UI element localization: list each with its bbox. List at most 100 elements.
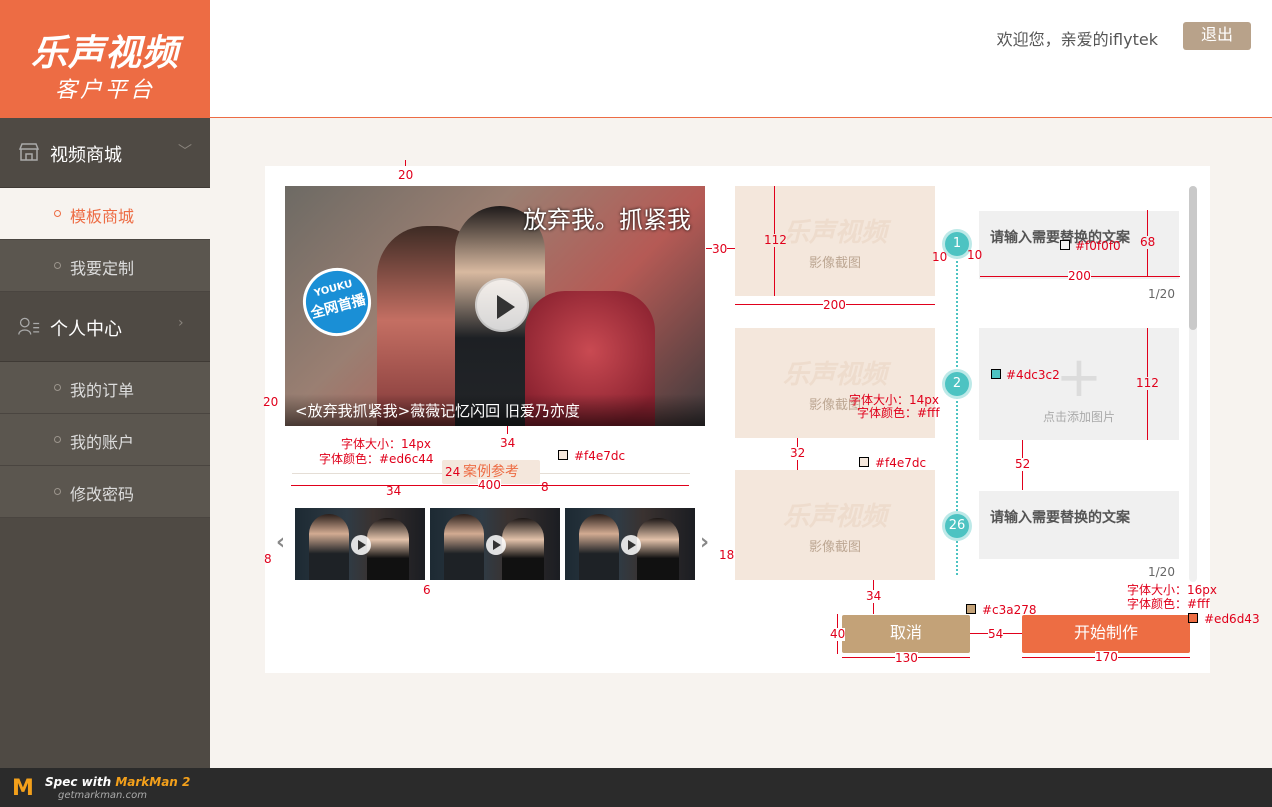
dim-label: 30 — [712, 242, 728, 256]
markman-logo-icon: M — [12, 776, 34, 801]
color-swatch — [1060, 240, 1070, 250]
color-swatch — [966, 604, 976, 614]
sidebar-item-template-store[interactable]: 模板商城 — [0, 188, 210, 240]
slot-screenshot-3: 乐声视频 影像截图 — [735, 470, 935, 580]
watermark-text: 乐声视频 — [782, 502, 887, 532]
font-color-note: 字体颜色：#fff — [1127, 597, 1210, 611]
bullet-icon — [54, 262, 61, 269]
dim-label: 34 — [386, 484, 402, 498]
sidebar-item-label: 我的账户 — [70, 433, 135, 452]
color-swatch — [1188, 613, 1198, 623]
replace-text-input[interactable]: 请输入需要替换的文案 — [979, 491, 1179, 559]
start-production-button[interactable]: 开始制作 — [1022, 615, 1190, 653]
footer-brand: MarkMan 2 — [115, 775, 191, 789]
slot-screenshot-2: 乐声视频 影像截图 — [735, 328, 935, 438]
bullet-icon — [54, 488, 61, 495]
welcome-text: 欢迎您，亲爱的iflytek — [996, 30, 1158, 49]
chevron-right-icon: › — [178, 315, 184, 331]
watermark-text: 乐声视频 — [782, 360, 887, 390]
sidebar-item-change-password[interactable]: 修改密码 — [0, 466, 210, 518]
dim-label: 68 — [1140, 235, 1156, 249]
video-preview[interactable]: 放弃我。抓紧我 YOUKU 全网首播 <放弃我抓紧我>薇薇记忆闪回 旧爱乃亦度 — [285, 186, 705, 426]
color-label: #f4e7dc — [574, 449, 626, 463]
footer-prefix: Spec with — [45, 775, 116, 789]
dim-label: 40 — [830, 627, 846, 641]
sidebar: 乐声视频 客户平台 视频商城 ﹀ 模板商城 我要定制 个人中心 › 我的订单 我… — [0, 0, 210, 768]
chevron-down-icon: ﹀ — [178, 144, 192, 160]
bullet-icon — [54, 436, 61, 443]
dim-label: 8 — [541, 480, 549, 494]
dim-label: 400 — [478, 478, 501, 492]
brand-subtitle: 客户平台 — [54, 78, 155, 103]
dim-label: 200 — [823, 298, 846, 312]
sidebar-item-label: 模板商城 — [70, 207, 135, 226]
color-label: #c3a278 — [982, 603, 1037, 617]
step-badge-26: 26 — [945, 514, 969, 538]
bullet-icon — [54, 384, 61, 391]
sidebar-item-my-orders[interactable]: 我的订单 — [0, 362, 210, 414]
char-counter: 1/20 — [1148, 287, 1175, 301]
cancel-button[interactable]: 取消 — [842, 615, 970, 653]
thumbnail[interactable] — [430, 508, 560, 580]
thumbnail[interactable] — [295, 508, 425, 580]
dim-label: 112 — [764, 233, 787, 247]
dim-label: 34 — [500, 436, 516, 450]
thumbnail-figure — [637, 518, 679, 580]
screenshot-label: 影像截图 — [808, 256, 861, 271]
dim-line — [507, 426, 508, 434]
thumbnail-figure — [444, 514, 484, 580]
brand-logo[interactable]: 乐声视频 客户平台 — [0, 0, 210, 118]
dim-label: 20 — [398, 168, 414, 182]
user-list-icon — [18, 317, 40, 335]
sidebar-section-label: 视频商城 — [50, 145, 122, 166]
chevron-left-icon[interactable]: ‹ — [276, 530, 285, 555]
dim-label: 200 — [1068, 269, 1091, 283]
thumbnail-figure — [579, 514, 619, 580]
color-label: #f4e7dc — [875, 456, 927, 470]
footer-line1: Spec with MarkMan 2 — [45, 775, 190, 789]
thumbnail-figure — [502, 518, 544, 580]
dim-label: 130 — [895, 651, 918, 665]
sidebar-item-label: 我要定制 — [70, 259, 135, 278]
store-icon — [18, 143, 40, 161]
dim-label: 10 — [967, 248, 983, 262]
chevron-right-icon[interactable]: › — [700, 530, 709, 555]
step-badge-2: 2 — [945, 372, 969, 396]
play-icon — [351, 535, 371, 555]
logout-button[interactable]: 退出 — [1183, 22, 1251, 50]
step-badge-1: 1 — [945, 232, 969, 256]
play-icon — [486, 535, 506, 555]
markman-footer: M Spec with MarkMan 2 getmarkman.com — [0, 768, 1272, 807]
play-icon — [621, 535, 641, 555]
font-color-note: 字体颜色：#fff — [857, 406, 940, 420]
color-swatch — [859, 457, 869, 467]
play-icon[interactable] — [475, 278, 529, 332]
bullet-icon — [54, 210, 61, 217]
color-label: #ed6d43 — [1204, 612, 1260, 626]
color-label: #f0f0f0 — [1075, 239, 1121, 253]
thumbnail-figure — [367, 518, 409, 580]
dim-label: 8 — [264, 552, 272, 566]
thumbnail[interactable] — [565, 508, 695, 580]
vertical-scrollbar[interactable] — [1189, 186, 1197, 582]
color-swatch — [991, 369, 1001, 379]
sidebar-item-label: 修改密码 — [70, 485, 135, 504]
scrollbar-thumb[interactable] — [1189, 186, 1197, 330]
sidebar-section-personal-center[interactable]: 个人中心 › — [0, 292, 210, 362]
sidebar-item-my-account[interactable]: 我的账户 — [0, 414, 210, 466]
font-size-note: 字体大小：14px — [341, 437, 431, 451]
footer-url: getmarkman.com — [58, 790, 147, 801]
youku-badge: YOUKU 全网首播 — [295, 260, 379, 344]
add-image-label: 点击添加图片 — [1042, 410, 1115, 424]
brand-name: 乐声视频 — [30, 33, 179, 74]
sidebar-item-customize[interactable]: 我要定制 — [0, 240, 210, 292]
font-color-note: 字体颜色：#ed6c44 — [319, 452, 434, 466]
video-caption: <放弃我抓紧我>薇薇记忆闪回 旧爱乃亦度 — [285, 394, 705, 426]
dim-label: 24 — [445, 465, 461, 479]
char-counter: 1/20 — [1148, 565, 1175, 579]
screenshot-label: 影像截图 — [808, 540, 861, 555]
video-title-overlay: 放弃我。抓紧我 — [523, 206, 691, 234]
dim-label: 112 — [1136, 376, 1159, 390]
sidebar-section-video-store[interactable]: 视频商城 ﹀ — [0, 118, 210, 188]
dim-label: 52 — [1015, 457, 1031, 471]
